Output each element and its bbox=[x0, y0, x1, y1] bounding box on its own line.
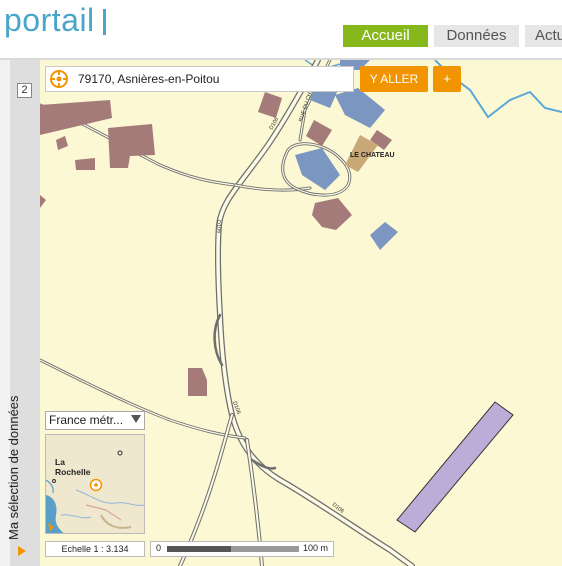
go-button[interactable]: Y ALLER bbox=[360, 66, 428, 92]
scale-zero-label: 0 bbox=[156, 543, 162, 553]
tab-accueil[interactable]: Accueil bbox=[343, 25, 428, 47]
selection-panel-label[interactable]: Ma sélection de données bbox=[6, 380, 26, 540]
target-crosshair-icon[interactable] bbox=[49, 69, 69, 89]
overview-city-line1: La bbox=[55, 457, 65, 467]
scale-bar-box: 0 100 m bbox=[150, 541, 334, 557]
scale-ratio: Echelle 1 : 3.134 bbox=[45, 541, 145, 557]
territory-select[interactable]: France métr... bbox=[45, 411, 145, 430]
overview-map[interactable]: La Rochelle bbox=[45, 434, 145, 534]
scale-max-label: 100 m bbox=[303, 543, 329, 553]
scale-bar-segment bbox=[231, 546, 299, 552]
tab-donnees[interactable]: Données bbox=[434, 25, 519, 47]
logo-bar bbox=[103, 9, 106, 35]
overview-map-layer: La Rochelle bbox=[46, 435, 144, 533]
expand-arrow-icon[interactable] bbox=[18, 546, 26, 556]
header: portail Accueil Données Actu bbox=[0, 0, 562, 60]
label-chateau: LE CHATEAU bbox=[350, 152, 395, 159]
site-logo[interactable]: portail bbox=[4, 2, 95, 39]
chevron-down-icon[interactable] bbox=[131, 415, 141, 423]
selection-count-badge[interactable]: 2 bbox=[17, 83, 32, 98]
address-search[interactable]: 79170, Asnières-en-Poitou bbox=[45, 66, 354, 92]
overview-city-line2: Rochelle bbox=[55, 467, 91, 477]
tab-actu[interactable]: Actu bbox=[525, 25, 562, 47]
label-d106-b: D106 bbox=[215, 220, 221, 233]
more-options-button[interactable]: + bbox=[433, 66, 461, 92]
search-input[interactable]: 79170, Asnières-en-Poitou bbox=[78, 72, 219, 86]
